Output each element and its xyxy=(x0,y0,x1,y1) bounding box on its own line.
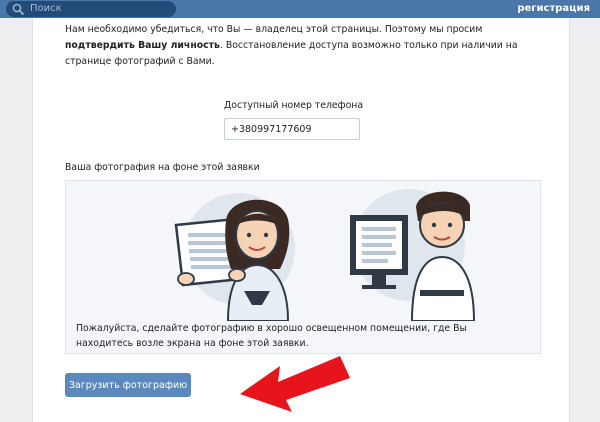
upload-photo-button[interactable]: Загрузить фотографию xyxy=(65,373,191,397)
photo-caption: Пожалуйста, сделайте фотографию в хорошо… xyxy=(76,323,467,349)
red-arrow-icon xyxy=(240,356,350,412)
intro-text-start: Нам необходимо убедиться, что Вы — владе… xyxy=(65,24,483,35)
top-bar: Поиск регистрация xyxy=(0,0,600,18)
photo-example-box: Пожалуйста, сделайте фотографию в хорошо… xyxy=(65,180,541,354)
phone-input[interactable] xyxy=(224,118,360,140)
recovery-card: Нам необходимо убедиться, что Вы — владе… xyxy=(32,18,570,422)
register-link[interactable]: регистрация xyxy=(517,2,590,16)
phone-label: Доступный номер телефона xyxy=(224,100,364,111)
intro-text-bold: подтвердить Вашу личность xyxy=(65,40,220,51)
search-icon xyxy=(12,3,24,15)
intro-text: Нам необходимо убедиться, что Вы — владе… xyxy=(65,22,555,70)
photo-label: Ваша фотография на фоне этой заявки xyxy=(65,162,260,173)
photo-illustration xyxy=(174,189,476,321)
search-placeholder[interactable]: Поиск xyxy=(30,2,62,16)
search-box[interactable]: Поиск xyxy=(6,1,176,17)
